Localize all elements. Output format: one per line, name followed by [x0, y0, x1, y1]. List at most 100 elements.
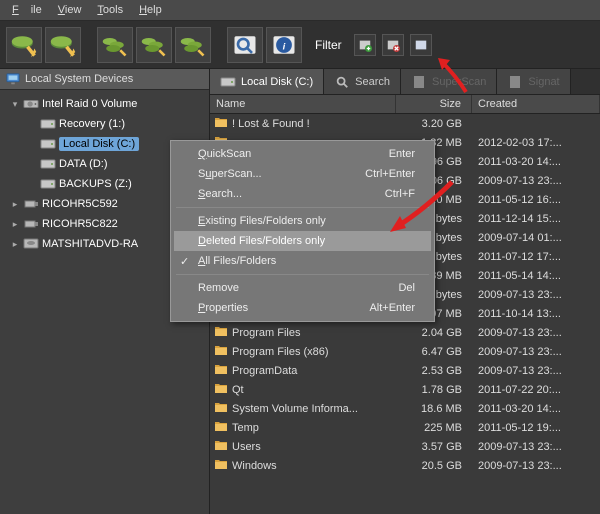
separator — [176, 274, 429, 275]
ctx-existing-only[interactable]: Existing Files/Folders only — [174, 211, 431, 231]
tree-label: Recovery (1:) — [59, 118, 125, 130]
list-item[interactable]: ProgramData2.53 GB2009-07-13 23:... — [210, 361, 600, 380]
tree-node[interactable]: ▾ Intel Raid 0 Volume — [0, 94, 209, 114]
menu-file[interactable]: File — [6, 2, 48, 18]
ctx-deleted-only[interactable]: Deleted Files/Folders only — [174, 231, 431, 251]
search-icon — [334, 74, 350, 90]
folder-icon — [214, 401, 228, 416]
list-item[interactable]: System Volume Informa... 18.6 MB2011-03-2… — [210, 399, 600, 418]
folder-icon — [214, 420, 228, 435]
ctx-superscan[interactable]: SuperScan...Ctrl+Enter — [174, 164, 431, 184]
sidebar-title: Local System Devices — [25, 73, 133, 85]
sheet-icon — [411, 74, 427, 90]
tree-label: BACKUPS (Z:) — [59, 178, 132, 190]
folder-icon — [214, 458, 228, 473]
filter-add-icon[interactable] — [354, 34, 376, 56]
sidebar-header: Local System Devices — [0, 69, 209, 90]
file-size: 225 MB — [396, 422, 472, 434]
file-created: 2011-03-20 14:... — [472, 403, 600, 415]
toolbar-multi1-icon[interactable] — [97, 27, 133, 63]
folder-icon — [214, 344, 228, 359]
hdd-icon — [23, 96, 39, 112]
file-created: 2009-07-13 23:... — [472, 365, 600, 377]
file-created: 2009-07-13 23:... — [472, 346, 600, 358]
shortcut: Del — [398, 282, 415, 294]
tab-label: Search — [355, 76, 390, 88]
drive-icon — [220, 74, 236, 90]
shortcut: Enter — [389, 148, 415, 160]
file-created: 2011-07-12 17:... — [472, 251, 600, 263]
toolbar-search-icon[interactable] — [227, 27, 263, 63]
drive-icon — [40, 136, 56, 152]
tree-label: MATSHITADVD-RA — [42, 238, 138, 250]
tree-label: Local Disk (C:) — [59, 137, 139, 151]
shortcut: Alt+Enter — [369, 302, 415, 314]
toolbar-multi3-icon[interactable] — [175, 27, 211, 63]
file-name: Program Files — [232, 327, 300, 339]
tab-label: Signat — [528, 76, 559, 88]
col-name[interactable]: Name — [210, 95, 396, 113]
menu-help[interactable]: Help — [133, 2, 168, 18]
twist-icon: ▸ — [10, 199, 20, 210]
ctx-quickscan[interactable]: QuickScanEnter — [174, 144, 431, 164]
file-size: 18.6 MB — [396, 403, 472, 415]
tree-node[interactable]: Recovery (1:) — [0, 114, 209, 134]
file-name: ! Lost & Found ! — [232, 118, 310, 130]
file-created: 2009-07-13 23:... — [472, 289, 600, 301]
file-created: 2011-07-22 20:... — [472, 384, 600, 396]
toolbar-multi2-icon[interactable] — [136, 27, 172, 63]
file-created: 2009-07-13 23:... — [472, 441, 600, 453]
toolbar-disk2-icon[interactable] — [45, 27, 81, 63]
tab-label: Local Disk (C:) — [241, 76, 313, 88]
file-created: 2009-07-14 01:... — [472, 232, 600, 244]
toolbar: i Filter — [0, 21, 600, 69]
list-item[interactable]: Program Files (x86)6.47 GB2009-07-13 23:… — [210, 342, 600, 361]
tab-local-disk[interactable]: Local Disk (C:) — [210, 69, 324, 94]
col-size[interactable]: Size — [396, 95, 472, 113]
menu-tools[interactable]: Tools — [91, 2, 129, 18]
tree-label: Intel Raid 0 Volume — [42, 98, 137, 110]
file-name: ProgramData — [232, 365, 297, 377]
tree-label: RICOHR5C822 — [42, 218, 118, 230]
file-created: 2011-05-14 14:... — [472, 270, 600, 282]
file-size: 3.20 GB — [396, 118, 472, 130]
list-item[interactable]: Qt 1.78 GB2011-07-22 20:... — [210, 380, 600, 399]
file-name: System Volume Informa... — [232, 403, 358, 415]
list-item[interactable]: Temp225 MB2011-05-12 19:... — [210, 418, 600, 437]
toolbar-info-icon[interactable]: i — [266, 27, 302, 63]
folder-icon — [214, 116, 228, 131]
file-name: Qt — [232, 384, 244, 396]
ctx-properties[interactable]: PropertiesAlt+Enter — [174, 298, 431, 318]
twist-icon: ▾ — [10, 99, 20, 110]
twist-icon: ▸ — [10, 219, 20, 230]
toolbar-disk1-icon[interactable] — [6, 27, 42, 63]
file-name: Windows — [232, 460, 277, 472]
file-size: 1.78 GB — [396, 384, 472, 396]
tab-search[interactable]: Search — [324, 69, 401, 94]
menu-view[interactable]: View — [52, 2, 88, 18]
sheet-icon — [507, 74, 523, 90]
col-created[interactable]: Created — [472, 95, 600, 113]
filter-clear-icon[interactable] — [410, 34, 432, 56]
list-item[interactable]: Program Files 2.04 GB2009-07-13 23:... — [210, 323, 600, 342]
tree-label: RICOHR5C592 — [42, 198, 118, 210]
tab-signatures[interactable]: Signat — [497, 69, 570, 94]
tab-superscan[interactable]: SuperScan — [401, 69, 497, 94]
ctx-remove[interactable]: RemoveDel — [174, 278, 431, 298]
list-item[interactable]: Users3.57 GB2009-07-13 23:... — [210, 437, 600, 456]
file-size: 2.04 GB — [396, 327, 472, 339]
tab-label: SuperScan — [432, 76, 486, 88]
filter-remove-icon[interactable] — [382, 34, 404, 56]
column-headers: Name Size Created — [210, 95, 600, 114]
file-created: 2009-07-13 23:... — [472, 327, 600, 339]
list-item[interactable]: Windows20.5 GB2009-07-13 23:... — [210, 456, 600, 475]
filter-label: Filter — [315, 38, 342, 52]
list-item[interactable]: ! Lost & Found ! 3.20 GB — [210, 114, 600, 133]
file-created: 2011-12-14 15:... — [472, 213, 600, 225]
ctx-search[interactable]: Search...Ctrl+F — [174, 184, 431, 204]
tree-label: DATA (D:) — [59, 158, 107, 170]
tab-bar: Local Disk (C:) Search SuperScan Signat — [210, 69, 600, 95]
file-created: 2011-03-20 14:... — [472, 156, 600, 168]
ctx-all-files[interactable]: All Files/Folders — [174, 251, 431, 271]
shortcut: Ctrl+Enter — [365, 168, 415, 180]
